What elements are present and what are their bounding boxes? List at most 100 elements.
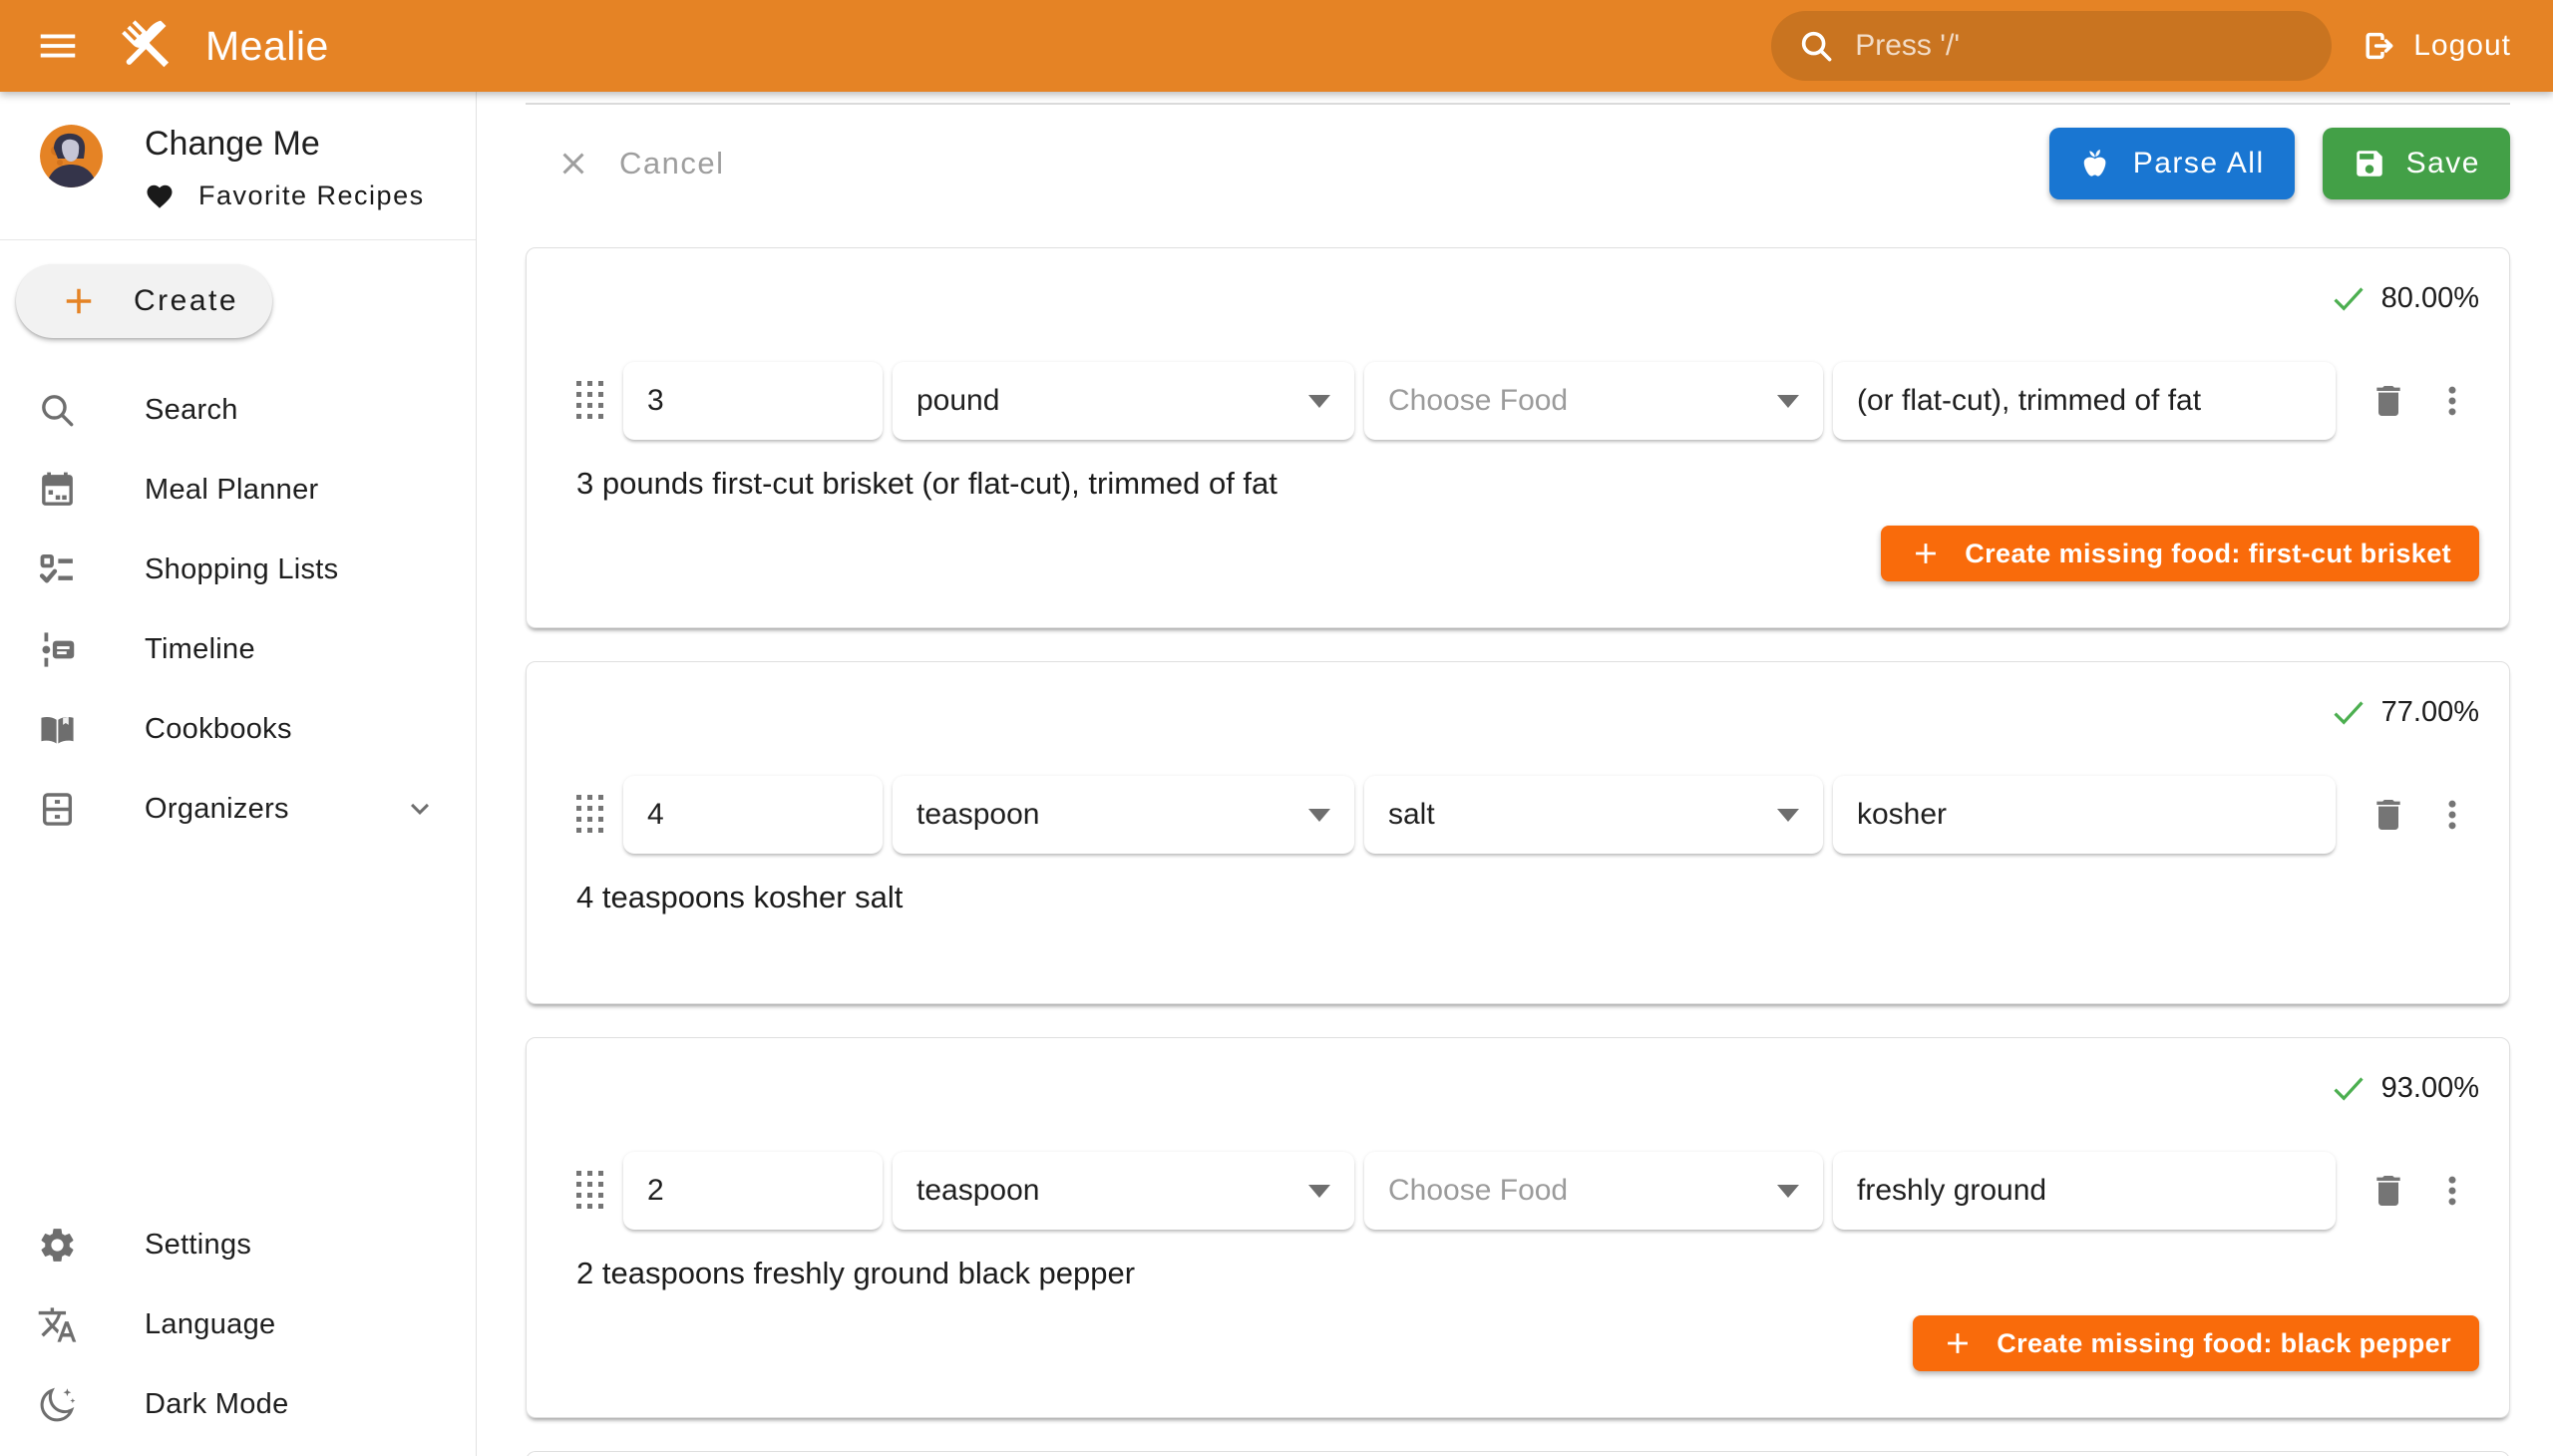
menu-button[interactable] [26,14,90,78]
quantity-input[interactable]: 4 [623,776,883,854]
drag-handle[interactable] [576,1171,605,1211]
dropdown-arrow-icon [1308,809,1330,822]
fork-knife-icon [116,14,180,78]
kebab-icon [2432,1171,2472,1211]
user-section: Change Me Favorite Recipes [0,92,476,239]
checklist-icon [37,549,78,590]
food-select[interactable]: salt [1364,776,1823,854]
cookbook-icon [37,709,78,750]
note-value: (or flat-cut), trimmed of fat [1857,384,2201,418]
avatar[interactable] [40,125,103,187]
note-input[interactable]: kosher [1833,776,2336,854]
unit-select[interactable]: teaspoon [893,776,1354,854]
delete-ingredient-button[interactable] [2362,374,2415,428]
save-button[interactable]: Save [2323,128,2510,199]
calendar-icon [37,470,78,511]
cancel-button[interactable]: Cancel [555,146,725,182]
unit-select[interactable]: teaspoon [893,1152,1354,1230]
logout-label: Logout [2413,29,2511,63]
moon-icon [37,1384,78,1425]
unit-value: pound [916,384,999,418]
ingredient-menu-button[interactable] [2425,788,2479,842]
note-input[interactable]: (or flat-cut), trimmed of fat [1833,362,2336,440]
quantity-value: 3 [647,384,664,418]
note-input[interactable]: freshly ground [1833,1152,2336,1230]
note-value: freshly ground [1857,1174,2046,1208]
unit-select[interactable]: pound [893,362,1354,440]
parse-all-button[interactable]: Parse All [2049,128,2295,199]
close-icon [555,146,591,182]
quantity-value: 4 [647,798,664,832]
dropdown-arrow-icon [1308,395,1330,408]
missing-food-row: Create missing food: first-cut brisket [576,526,2479,581]
sidebar-item-settings[interactable]: Settings [0,1205,476,1284]
check-icon [2330,693,2368,731]
ingredient-card: 93.00% 2 teaspoon Choose Food freshly gr… [526,1037,2510,1418]
drag-handle[interactable] [576,795,605,835]
sidebar-item-search[interactable]: Search [0,370,476,450]
confidence-value: 93.00% [2381,1072,2479,1105]
archive-icon [37,789,78,830]
create-missing-food-button[interactable]: Create missing food: first-cut brisket [1881,526,2479,581]
sidebar-item-timeline[interactable]: Timeline [0,609,476,689]
food-placeholder: Choose Food [1388,384,1568,418]
search-icon [37,390,78,431]
trash-icon [2369,795,2408,835]
timeline-icon [37,629,78,670]
save-icon [2353,147,2386,181]
chevron-down-icon[interactable] [402,791,438,827]
translate-icon [37,1304,78,1345]
sidebar-item-label: Organizers [145,793,289,826]
sidebar-item-organizers[interactable]: Organizers [0,769,476,849]
food-select[interactable]: Choose Food [1364,1152,1823,1230]
plus-icon [1909,537,1943,570]
favorite-recipes-link[interactable]: Favorite Recipes [145,181,425,211]
sidebar-item-label: Meal Planner [145,474,318,507]
ingredient-card-partial [526,1451,2510,1456]
note-value: kosher [1857,798,1947,832]
kebab-icon [2432,381,2472,421]
sidebar-item-shopping-lists[interactable]: Shopping Lists [0,530,476,609]
food-select[interactable]: Choose Food [1364,362,1823,440]
ingredient-card: 80.00% 3 pound Choose Food (or flat-cut)… [526,247,2510,628]
content-divider [526,103,2510,105]
sidebar-item-language[interactable]: Language [0,1284,476,1364]
kebab-icon [2432,795,2472,835]
dropdown-arrow-icon [1777,395,1799,408]
create-button[interactable]: Create [16,264,272,338]
heart-icon [145,182,175,211]
original-ingredient-text: 3 pounds first-cut brisket (or flat-cut)… [576,466,2479,502]
create-label: Create [134,284,238,318]
gear-icon [37,1225,78,1266]
ingredient-menu-button[interactable] [2425,374,2479,428]
ingredient-menu-button[interactable] [2425,1164,2479,1218]
delete-ingredient-button[interactable] [2362,1164,2415,1218]
sidebar-item-cookbooks[interactable]: Cookbooks [0,689,476,769]
logout-button[interactable]: Logout [2360,27,2511,65]
sidebar-item-meal-planner[interactable]: Meal Planner [0,450,476,530]
sidebar-item-dark-mode[interactable]: Dark Mode [0,1364,476,1444]
plus-icon [1941,1326,1975,1360]
trash-icon [2369,1171,2408,1211]
search-placeholder: Press '/' [1855,29,1960,63]
quantity-input[interactable]: 3 [623,362,883,440]
quantity-input[interactable]: 2 [623,1152,883,1230]
drag-handle[interactable] [576,381,605,421]
parser-toolbar: Cancel Parse All Save [526,127,2510,200]
create-missing-food-button[interactable]: Create missing food: black pepper [1913,1315,2479,1371]
sidebar-divider [0,239,476,240]
dropdown-arrow-icon [1777,809,1799,822]
confidence-value: 77.00% [2381,696,2479,729]
sidebar-item-label: Settings [145,1229,251,1262]
unit-value: teaspoon [916,798,1039,832]
apple-icon [2079,147,2113,181]
search-input[interactable]: Press '/' [1771,11,2332,81]
parse-all-label: Parse All [2133,147,2265,181]
app-header: Mealie Press '/' Logout [0,0,2553,92]
user-name[interactable]: Change Me [145,125,425,164]
delete-ingredient-button[interactable] [2362,788,2415,842]
ingredient-fields-row: 2 teaspoon Choose Food freshly ground [576,1152,2479,1230]
app-logo[interactable] [116,14,180,78]
missing-food-row: Create missing food: black pepper [576,1315,2479,1371]
sidebar-item-label: Dark Mode [145,1388,289,1421]
